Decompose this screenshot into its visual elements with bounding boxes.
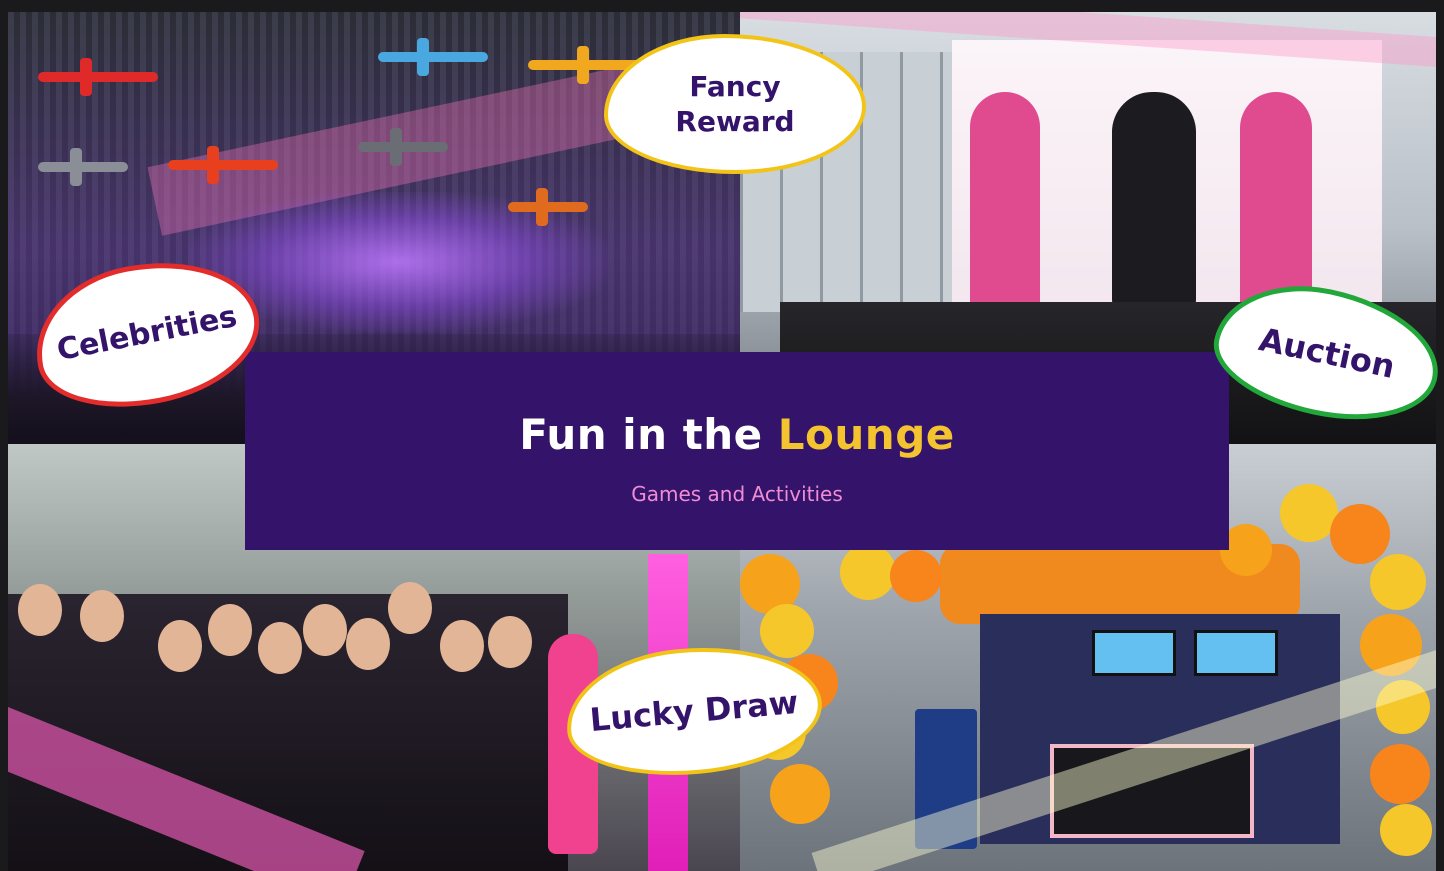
crew-head [488,616,532,668]
plane-icon [38,148,128,186]
balloon [1380,804,1432,856]
plane-icon [168,146,278,184]
plane-icon [378,38,488,76]
crew-head [388,582,432,634]
title-accent: Lounge [777,410,955,459]
gate-monitor [1194,630,1278,676]
crew-head [208,604,252,656]
badge-label: Celebrities [54,299,240,369]
balloon [890,550,942,602]
title-panel: Fun in the Lounge Games and Activities [245,352,1229,550]
page-subtitle: Games and Activities [631,482,843,506]
badge-label: Lucky Draw [588,682,800,740]
crew-head [440,620,484,672]
performer-right [1240,92,1312,312]
balloon [1330,504,1390,564]
crew-head [80,590,124,642]
plane-icon [38,58,158,96]
balloon [770,764,830,824]
balloon [760,604,814,658]
plane-icon [508,188,588,226]
crew-head [258,622,302,674]
dj-performer [1112,92,1196,312]
balloon [840,544,896,600]
performer-left [970,92,1040,312]
crew-head [303,604,347,656]
balloon [1370,554,1426,610]
badge-label: Auction [1255,320,1399,386]
plane-icon [358,128,448,166]
balloon [1370,744,1430,804]
crew-head [346,618,390,670]
collage-canvas: Fun in the Lounge Games and Activities F… [0,0,1444,871]
page-title: Fun in the Lounge [245,410,1229,459]
title-main: Fun in the [519,410,778,459]
gate-monitor [1092,630,1176,676]
badge-label: Fancy Reward [675,70,795,138]
crew-head [18,584,62,636]
crew-head [158,620,202,672]
